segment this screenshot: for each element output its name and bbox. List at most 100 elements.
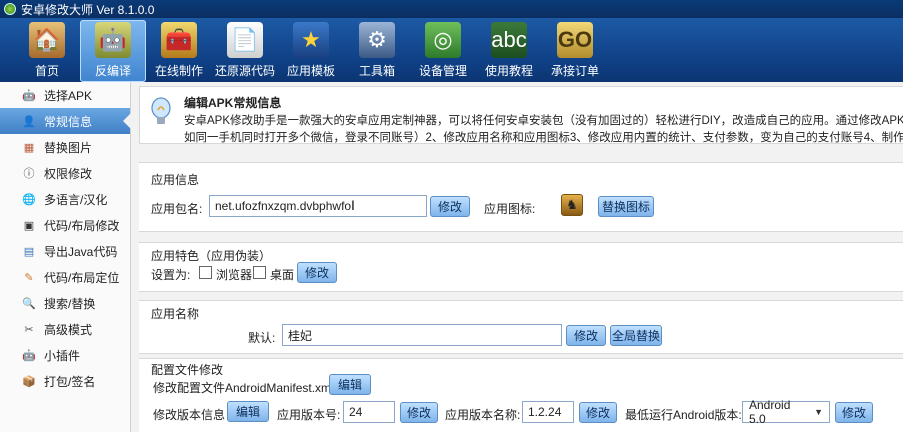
toolbar-button-blackboard[interactable]: abc 使用教程 [476, 20, 542, 82]
version-name-input[interactable]: 1.2.24 [522, 401, 574, 423]
sidebar-item-8[interactable]: ✎ 代码/布局定位 [0, 264, 130, 290]
sidebar-item-label: 选择APK [44, 88, 93, 103]
description-panel: 编辑APK常规信息 安卓APK修改助手是一款强大的安卓应用定制神器，可以将任何安… [139, 86, 903, 144]
version-name-label: 应用版本名称: [445, 408, 521, 422]
tools-icon: ⚙ [359, 22, 395, 58]
toolbar-button-label: 在线制作 [154, 64, 203, 78]
toolbar-button-radar[interactable]: ◎ 设备管理 [410, 20, 476, 82]
app-feature-group: 应用特色（应用伪装） 设置为: 浏览器 桌面 修改 [139, 242, 903, 292]
lightbulb-icon [151, 97, 171, 124]
toolbar-button-star[interactable]: ★ 应用模板 [278, 20, 344, 82]
package-name-input[interactable]: net.ufozfnxzqm.dvbphwfo [209, 195, 427, 217]
sidebar-item-1[interactable]: 🤖 选择APK [0, 82, 130, 108]
replace-all-button[interactable]: 全局替换 [610, 325, 662, 346]
sidebar-item-3[interactable]: ▦ 替换图片 [0, 134, 130, 160]
config-group: 配置文件修改 修改配置文件AndroidManifest.xml 编辑 修改版本… [139, 358, 903, 432]
app-icon-label: 应用图标: [484, 202, 536, 216]
blackboard-icon: abc [491, 22, 527, 58]
version-name-modify-button[interactable]: 修改 [579, 402, 617, 423]
toolbar-button-android[interactable]: 🤖 反编译 [80, 20, 146, 82]
toolbar-button-label: 还原源代码 [214, 64, 275, 78]
sidebar-item-label: 代码/布局修改 [44, 218, 120, 233]
android-icon: 🤖 [22, 89, 36, 102]
sidebar-item-label: 权限修改 [44, 166, 93, 181]
radar-icon: ◎ [425, 22, 461, 58]
desktop-checkbox[interactable] [253, 266, 266, 279]
content-area: 编辑APK常规信息 安卓APK修改助手是一款强大的安卓应用定制神器，可以将任何安… [131, 82, 903, 432]
toolbar-button-tools[interactable]: ⚙ 工具箱 [344, 20, 410, 82]
toolbar-button-toolbox[interactable]: 🧰 在线制作 [146, 20, 212, 82]
min-android-modify-button[interactable]: 修改 [835, 402, 873, 423]
package-label: 应用包名: [151, 202, 203, 216]
app-logo-icon [4, 3, 16, 15]
version-edit-button[interactable]: 编辑 [227, 401, 269, 422]
sidebar-item-4[interactable]: ⓘ 权限修改 [0, 160, 130, 186]
replace-icon-button[interactable]: 替换图标 [598, 196, 654, 217]
sidebar-item-6[interactable]: ▣ 代码/布局修改 [0, 212, 130, 238]
version-info-label: 修改版本信息 [153, 408, 226, 422]
manifest-label: 修改配置文件AndroidManifest.xml [153, 381, 334, 395]
export-icon: ▤ [23, 245, 35, 258]
toolbar-button-go[interactable]: GO 承接订单 [542, 20, 608, 82]
toolbar-button-label: 工具箱 [358, 64, 395, 78]
person-icon: 👤 [22, 115, 36, 128]
toolbar-button-label: 首页 [34, 64, 59, 78]
version-code-input[interactable]: 24 [343, 401, 395, 423]
sidebar-item-12[interactable]: 📦 打包/签名 [0, 368, 130, 394]
app-info-group: 应用信息 应用包名: net.ufozfnxzqm.dvbphwfo I 修改 … [139, 162, 903, 232]
app-name-input[interactable]: 桂妃 [282, 324, 562, 346]
toolbar-button-home[interactable]: 🏠 首页 [14, 20, 80, 82]
manifest-edit-button[interactable]: 编辑 [329, 374, 371, 395]
set-as-label: 设置为: [151, 268, 191, 282]
browser-label: 浏览器 [216, 268, 253, 282]
sidebar-item-2[interactable]: 👤 常规信息 [0, 108, 131, 134]
toolbar-button-label: 反编译 [94, 64, 131, 78]
sidebar-item-7[interactable]: ▤ 导出Java代码 [0, 238, 130, 264]
min-android-label: 最低运行Android版本: [625, 408, 742, 422]
config-title: 配置文件修改 [151, 363, 224, 377]
star-icon: ★ [293, 22, 329, 58]
browser-checkbox[interactable] [199, 266, 212, 279]
locate-icon: ✎ [24, 271, 34, 284]
default-name-label: 默认: [248, 331, 276, 345]
wrench-icon: ✂ [24, 323, 34, 336]
toolbar-button-label: 使用教程 [484, 64, 533, 78]
info-icon: ⓘ [23, 168, 35, 180]
min-android-select[interactable]: Android 5.0 ▼ [742, 398, 830, 426]
chevron-down-icon: ▼ [814, 407, 823, 417]
sidebar-item-label: 打包/签名 [44, 374, 96, 389]
panel-description: 安卓APK修改助手是一款强大的安卓应用定制神器，可以将任何安卓安装包（没有加固过… [184, 113, 903, 147]
package-icon: 📦 [22, 375, 36, 388]
main-toolbar: 🏠 首页 🤖 反编译 🧰 在线制作 📄 还原源代码 ★ 应用模板 ⚙ 工具箱 ◎ 设备管理 abc 使用教程 G… [0, 18, 903, 82]
android-icon: 🤖 [95, 22, 131, 58]
sidebar-item-5[interactable]: 🌐 多语言/汉化 [0, 186, 130, 212]
sidebar-item-9[interactable]: 🔍 搜索/替换 [0, 290, 130, 316]
search-icon: 🔍 [22, 297, 36, 310]
sidebar-item-label: 替换图片 [44, 140, 93, 155]
toolbar-button-document[interactable]: 📄 还原源代码 [212, 20, 278, 82]
globe-icon: 🌐 [22, 193, 36, 206]
app-icon-preview[interactable]: ♞ [561, 194, 583, 216]
toolbar-button-label: 应用模板 [286, 64, 335, 78]
name-modify-button[interactable]: 修改 [566, 325, 606, 346]
home-icon: 🏠 [29, 22, 65, 58]
sidebar-item-label: 高级模式 [44, 322, 93, 337]
desktop-label: 桌面 [270, 268, 295, 282]
version-code-modify-button[interactable]: 修改 [400, 402, 438, 423]
toolbar-button-label: 承接订单 [550, 64, 599, 78]
app-name-title: 应用名称 [151, 307, 200, 321]
description-line-2: 如同一手机同时打开多个微信，登录不同账号）2、修改应用名称和应用图标3、修改应用… [184, 132, 903, 144]
sidebar: 🤖 选择APK 👤 常规信息 ▦ 替换图片 ⓘ 权限修改 🌐 多语言/汉化 ▣ 代码/布局修改 ▤ 导出J… [0, 82, 131, 432]
go-icon: GO [557, 22, 593, 58]
sidebar-item-10[interactable]: ✂ 高级模式 [0, 316, 130, 342]
package-modify-button[interactable]: 修改 [430, 196, 470, 217]
sidebar-item-label: 搜索/替换 [44, 296, 96, 311]
sidebar-item-label: 常规信息 [44, 114, 93, 129]
app-info-title: 应用信息 [151, 173, 200, 187]
plugin-icon: 🤖 [22, 349, 36, 362]
sidebar-item-11[interactable]: 🤖 小插件 [0, 342, 130, 368]
toolbox-icon: 🧰 [161, 22, 197, 58]
feature-modify-button[interactable]: 修改 [297, 262, 337, 283]
sidebar-item-label: 小插件 [44, 348, 81, 363]
toolbar-button-label: 设备管理 [418, 64, 467, 78]
